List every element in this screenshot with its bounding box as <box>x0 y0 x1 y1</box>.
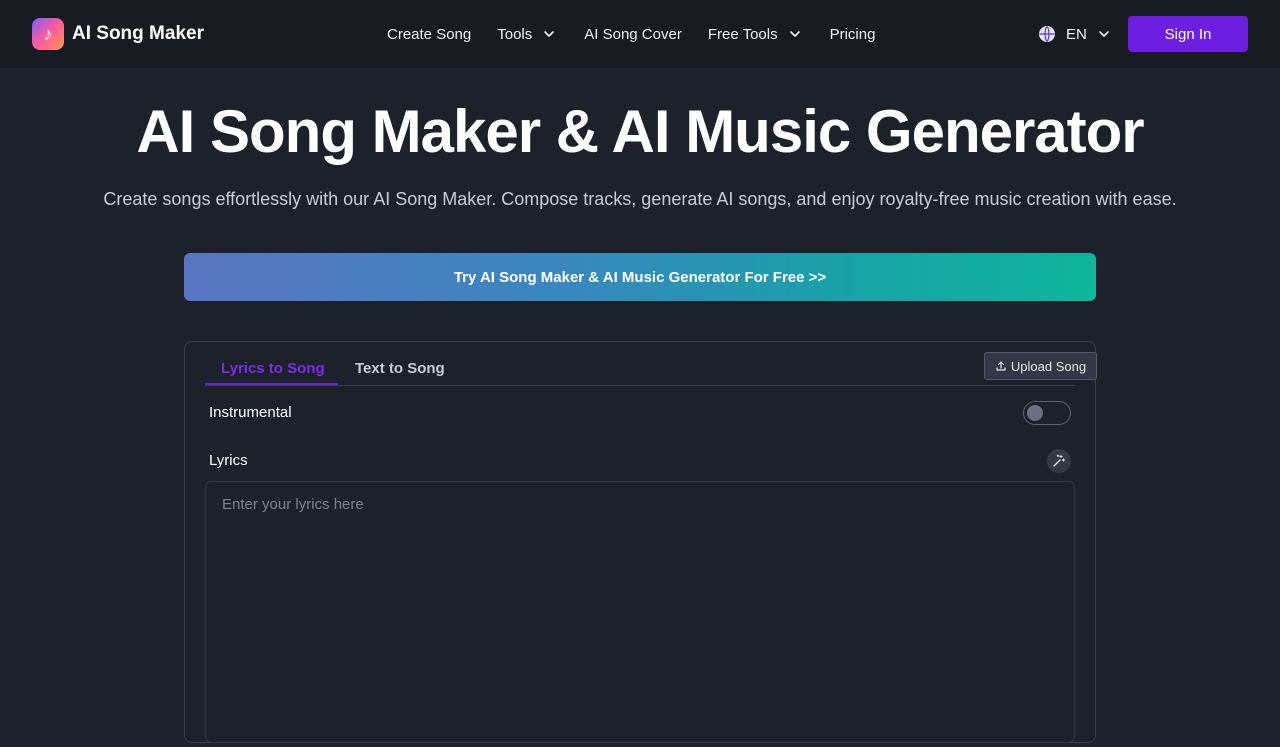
active-tab-indicator <box>205 383 338 385</box>
globe-icon <box>1039 26 1055 42</box>
music-note-logo-icon: ♪ <box>32 18 64 50</box>
nav-ai-song-cover[interactable]: AI Song Cover <box>584 26 682 43</box>
song-generator-panel: Lyrics to Song Text to Song Upload Song … <box>184 341 1097 743</box>
sparkle-icon <box>1053 454 1066 467</box>
lyrics-label: Lyrics <box>209 452 248 469</box>
upload-icon <box>996 361 1006 371</box>
nav-tools[interactable]: Tools <box>497 26 556 43</box>
instrumental-toggle[interactable] <box>1023 401 1071 425</box>
upload-song-label: Upload Song <box>1010 358 1087 374</box>
navbar: ♪ AI Song Maker Create Song Tools AI Son… <box>0 0 1280 69</box>
try-free-button[interactable]: Try AI Song Maker & AI Music Generator F… <box>184 253 1096 301</box>
tab-lyrics-to-song[interactable]: Lyrics to Song <box>221 360 325 377</box>
nav-ai-song-cover-label: AI Song Cover <box>584 25 682 43</box>
tab-text-to-song[interactable]: Text to Song <box>355 360 445 377</box>
toggle-knob <box>1027 405 1043 421</box>
page-subtitle: Create songs effortlessly with our AI So… <box>103 189 1177 209</box>
nav-pricing[interactable]: Pricing <box>830 26 876 43</box>
instrumental-label: Instrumental <box>209 404 292 421</box>
upload-song-button[interactable]: Upload Song <box>984 352 1097 380</box>
nav-create-song-label: Create Song <box>387 25 472 43</box>
nav-free-tools-label: Free Tools <box>707 25 778 43</box>
nav-pricing-label: Pricing <box>829 25 876 43</box>
chevron-down-icon <box>1099 31 1109 37</box>
main-nav: Create Song Tools AI Song Cover Free Too… <box>387 22 875 46</box>
nav-create-song[interactable]: Create Song <box>387 26 471 43</box>
chevron-down-icon <box>789 31 800 37</box>
brand-name: AI Song Maker <box>72 23 204 44</box>
try-free-label: Try AI Song Maker & AI Music Generator F… <box>453 268 827 286</box>
nav-tools-label: Tools <box>497 25 533 43</box>
nav-free-tools[interactable]: Free Tools <box>708 26 802 43</box>
generate-lyrics-button[interactable] <box>1047 449 1071 473</box>
chevron-down-icon <box>544 31 555 37</box>
lyrics-input[interactable] <box>206 482 1074 742</box>
lyrics-input-container <box>205 481 1075 743</box>
page-title: AI Song Maker & AI Music Generator <box>136 98 1144 165</box>
brand[interactable]: ♪ AI Song Maker <box>32 18 204 50</box>
sign-in-button[interactable]: Sign In <box>1128 16 1248 52</box>
language-code: EN <box>1066 25 1087 43</box>
generator-tabs: Lyrics to Song Text to Song Upload Song <box>205 352 1097 386</box>
language-selector[interactable]: EN <box>1038 22 1111 46</box>
